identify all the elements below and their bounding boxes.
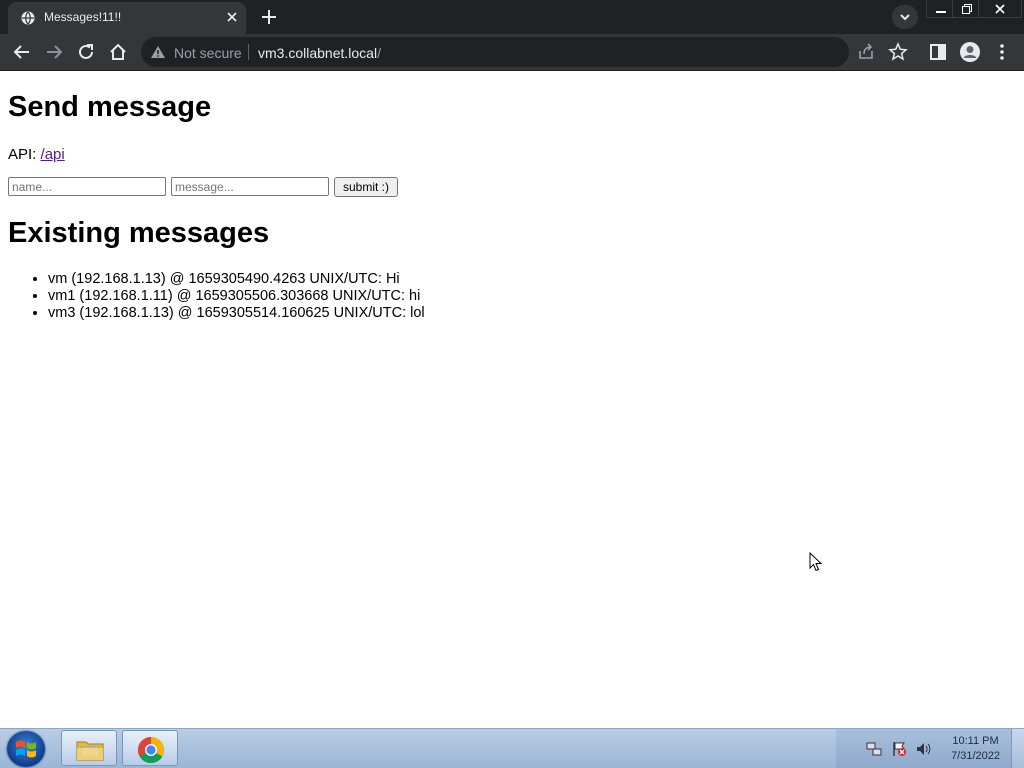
browser-toolbar: Not secure vm3.collabnet.local/ bbox=[0, 34, 1024, 71]
taskbar-clock[interactable]: 10:11 PM 7/31/2022 bbox=[951, 734, 1000, 764]
message-item: vm3 (192.168.1.13) @ 1659305514.160625 U… bbox=[48, 305, 425, 322]
warning-icon[interactable] bbox=[150, 45, 166, 59]
send-message-heading: Send message bbox=[8, 91, 212, 123]
minimize-button[interactable] bbox=[926, 0, 954, 18]
submit-button[interactable]: submit :) bbox=[334, 177, 398, 197]
existing-messages-heading: Existing messages bbox=[8, 217, 270, 249]
restore-button[interactable] bbox=[952, 0, 980, 18]
windows-taskbar: 10:11 PM 7/31/2022 bbox=[0, 728, 1024, 768]
url-path: / bbox=[377, 45, 381, 61]
message-item: vm (192.168.1.13) @ 1659305490.4263 UNIX… bbox=[48, 271, 425, 288]
share-icon[interactable] bbox=[855, 41, 877, 63]
address-bar[interactable]: Not secure vm3.collabnet.local/ bbox=[141, 37, 849, 67]
back-arrow-icon[interactable] bbox=[11, 41, 33, 63]
message-list: vm (192.168.1.13) @ 1659305490.4263 UNIX… bbox=[8, 271, 425, 322]
omnibox-divider bbox=[248, 44, 249, 60]
message-input[interactable] bbox=[171, 177, 329, 196]
new-tab-icon[interactable] bbox=[258, 6, 280, 28]
home-icon[interactable] bbox=[107, 41, 129, 63]
chrome-icon bbox=[137, 736, 165, 764]
tab-strip: Messages!11!! bbox=[0, 0, 1024, 34]
chevron-down-icon bbox=[900, 14, 910, 21]
close-window-button[interactable] bbox=[978, 0, 1022, 18]
tab-title: Messages!11!! bbox=[44, 10, 122, 24]
clock-date: 7/31/2022 bbox=[951, 750, 1000, 762]
api-label: API: bbox=[8, 146, 37, 163]
browser-tab[interactable]: Messages!11!! bbox=[8, 2, 246, 34]
volume-icon[interactable] bbox=[915, 741, 931, 757]
url-text[interactable]: vm3.collabnet.local/ bbox=[258, 45, 381, 61]
close-icon bbox=[995, 4, 1005, 14]
system-tray: 10:11 PM 7/31/2022 bbox=[836, 729, 1024, 768]
clock-time: 10:11 PM bbox=[952, 735, 999, 747]
show-desktop-button[interactable] bbox=[1011, 729, 1024, 768]
profile-avatar-icon[interactable] bbox=[959, 41, 981, 63]
windows-logo-icon bbox=[16, 740, 36, 758]
taskbar-chrome[interactable] bbox=[122, 730, 178, 766]
network-icon[interactable] bbox=[866, 741, 882, 757]
message-item: vm1 (192.168.1.11) @ 1659305506.303668 U… bbox=[48, 288, 425, 305]
api-line: API: /api bbox=[8, 146, 65, 163]
reload-icon[interactable] bbox=[75, 41, 97, 63]
page-viewport: Send message API: /api submit :) Existin… bbox=[0, 71, 1024, 728]
taskbar-explorer[interactable] bbox=[61, 730, 117, 766]
tab-search-button[interactable] bbox=[892, 5, 918, 29]
name-input[interactable] bbox=[8, 177, 166, 196]
globe-icon bbox=[21, 11, 35, 25]
kebab-menu-icon[interactable] bbox=[991, 41, 1013, 63]
api-link[interactable]: /api bbox=[41, 146, 65, 163]
start-button[interactable] bbox=[7, 731, 45, 767]
folder-icon bbox=[76, 741, 104, 761]
restore-icon bbox=[962, 4, 972, 14]
action-center-flag-icon[interactable] bbox=[891, 741, 907, 757]
close-tab-icon[interactable] bbox=[225, 10, 239, 24]
side-panel-icon[interactable] bbox=[927, 41, 949, 63]
bookmark-star-icon[interactable] bbox=[887, 41, 909, 63]
url-host: vm3.collabnet.local bbox=[258, 45, 378, 61]
forward-arrow-icon[interactable] bbox=[43, 41, 65, 63]
security-status[interactable]: Not secure bbox=[174, 45, 242, 61]
mouse-cursor-icon bbox=[809, 552, 823, 572]
minimize-icon bbox=[936, 11, 946, 13]
